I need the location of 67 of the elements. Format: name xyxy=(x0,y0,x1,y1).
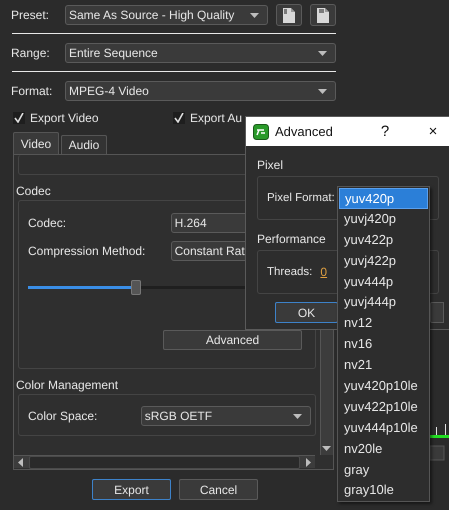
checkbox-label: Export Video xyxy=(30,111,98,125)
scroll-left-icon xyxy=(18,458,23,466)
list-option[interactable]: gray10le xyxy=(338,480,429,502)
save-preset-button[interactable] xyxy=(276,4,302,26)
range-label: Range: xyxy=(11,46,51,60)
file-icon xyxy=(283,8,295,22)
checkbox[interactable] xyxy=(173,112,185,124)
field-label: Threads: xyxy=(267,266,312,278)
field-label: Pixel Format: xyxy=(267,192,335,204)
export-button[interactable]: Export xyxy=(92,479,171,500)
list-option[interactable]: yuv420p10le xyxy=(338,376,429,397)
threads-link[interactable]: 0 xyxy=(320,265,328,279)
list-option[interactable]: yuv422p10le xyxy=(338,396,429,418)
dropdown-value: Constant Rat xyxy=(174,244,245,258)
group-title: Pixel xyxy=(257,158,284,172)
list-option[interactable]: yuvj420p xyxy=(338,208,429,230)
dropdown-value: Same As Source - High Quality xyxy=(69,8,234,22)
checkmark-icon xyxy=(14,113,24,123)
window-title: Advanced xyxy=(275,124,334,139)
scroll-right-icon xyxy=(306,458,311,466)
list-option[interactable]: nv12 xyxy=(338,313,429,334)
dropdown[interactable]: sRGB OETF xyxy=(140,406,311,426)
list-option[interactable]: gray xyxy=(338,460,429,480)
list-option[interactable]: nv21 xyxy=(338,355,429,376)
dropdown-value: sRGB OETF xyxy=(144,409,212,423)
help-button[interactable]: ? xyxy=(375,123,395,140)
dropdown-value: H.264 xyxy=(174,216,207,230)
dropdown-arrow-icon xyxy=(250,12,259,18)
dropdown-value: Entire Sequence xyxy=(69,46,158,60)
list-option[interactable]: yuvj422p xyxy=(338,250,429,272)
file-icon xyxy=(317,8,329,22)
list-option[interactable]: nv20le xyxy=(338,438,429,460)
dropdown[interactable]: MPEG-4 Video xyxy=(65,81,336,101)
delete-preset-button[interactable] xyxy=(310,4,336,26)
list-option[interactable]: yuvj444p xyxy=(338,292,429,314)
dropdown-arrow-icon xyxy=(318,50,327,56)
dropdown-arrow-icon xyxy=(318,88,327,94)
cancel-button[interactable]: Cancel xyxy=(179,479,258,500)
tab[interactable]: Video xyxy=(13,132,59,154)
scrollbar-thumb[interactable] xyxy=(29,456,300,468)
advanced-button[interactable]: Advanced xyxy=(163,330,302,350)
field-label: Codec: xyxy=(28,216,68,230)
horizontal-scrollbar[interactable] xyxy=(14,455,315,468)
list-option[interactable]: yuv444p10le xyxy=(338,418,429,439)
app-icon xyxy=(253,124,269,140)
group-title: Codec xyxy=(16,184,51,198)
checkmark-icon xyxy=(174,113,184,123)
checkbox-label: Export Au xyxy=(190,111,242,125)
format-label: Format: xyxy=(11,84,54,98)
preset-label: Preset: xyxy=(11,8,50,22)
dropdown[interactable]: Same As Source - High Quality xyxy=(65,5,268,25)
dropdown-arrow-icon xyxy=(293,414,302,418)
list-option[interactable]: yuv422p xyxy=(338,230,429,251)
slider-thumb[interactable] xyxy=(131,280,142,294)
list-option[interactable]: nv16 xyxy=(338,334,429,356)
close-button[interactable]: × xyxy=(423,123,443,140)
dropdown-value: MPEG-4 Video xyxy=(69,84,149,98)
field-label: Color Space: xyxy=(28,409,98,423)
tab[interactable]: Audio xyxy=(61,135,107,154)
list-option[interactable]: yuv444p xyxy=(338,272,429,292)
ok-button[interactable]: OK xyxy=(275,302,338,323)
field-label: Compression Method: xyxy=(28,244,146,258)
list-option[interactable]: yuv420p xyxy=(339,188,428,209)
scroll-down-icon xyxy=(322,446,331,451)
dropdown[interactable]: Entire Sequence xyxy=(65,43,336,63)
checkbox[interactable] xyxy=(13,112,25,124)
group-title: Color Management xyxy=(16,378,118,392)
